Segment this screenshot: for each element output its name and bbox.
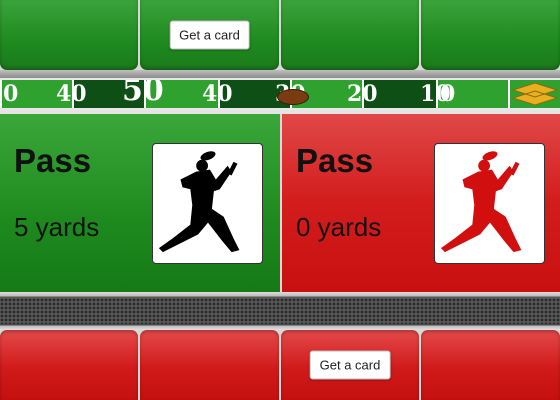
yard-number: 40 bbox=[56, 81, 87, 107]
play-name: Pass bbox=[296, 142, 374, 179]
play-card bbox=[152, 143, 263, 264]
opponent-card-slot bbox=[281, 0, 419, 70]
opponent-card-row: Get a card bbox=[0, 0, 560, 70]
yard-number: 40 bbox=[202, 81, 233, 107]
yard-line bbox=[0, 80, 2, 108]
player-play-panel: Pass 0 yards bbox=[282, 114, 560, 292]
player-card-slot bbox=[421, 330, 560, 400]
play-card bbox=[434, 143, 545, 264]
receiver-silhouette-icon bbox=[158, 151, 240, 253]
grate-texture bbox=[0, 298, 560, 324]
play-yards: 0 yards bbox=[296, 212, 382, 242]
player-card-row: Get a card bbox=[0, 330, 560, 400]
yard-number: 20 bbox=[347, 81, 378, 107]
divider bbox=[0, 70, 560, 78]
player-card-slot bbox=[0, 330, 138, 400]
opponent-play-panel: Pass 5 yards bbox=[0, 114, 280, 292]
player-card-slot bbox=[140, 330, 279, 400]
yard-number: 50 bbox=[122, 78, 164, 108]
football-icon bbox=[277, 89, 309, 105]
endzone bbox=[510, 80, 560, 108]
player-get-card-button[interactable]: Get a card bbox=[309, 350, 391, 380]
metal-grate bbox=[0, 292, 560, 330]
endzone-diamond-icon bbox=[510, 80, 560, 108]
opponent-card-slot: Get a card bbox=[140, 0, 279, 70]
play-yards: 5 yards bbox=[14, 212, 100, 242]
opponent-card-slot bbox=[421, 0, 560, 70]
play-name: Pass bbox=[14, 142, 92, 179]
opponent-card-slot bbox=[0, 0, 138, 70]
field-strip: 0 40 50 40 30 20 10 0 bbox=[0, 78, 560, 110]
receiver-silhouette-icon bbox=[440, 151, 522, 253]
yard-number: 0 bbox=[3, 81, 19, 107]
yard-number: 0 bbox=[440, 81, 456, 107]
player-card-slot: Get a card bbox=[281, 330, 419, 400]
opponent-get-card-button[interactable]: Get a card bbox=[169, 20, 250, 50]
